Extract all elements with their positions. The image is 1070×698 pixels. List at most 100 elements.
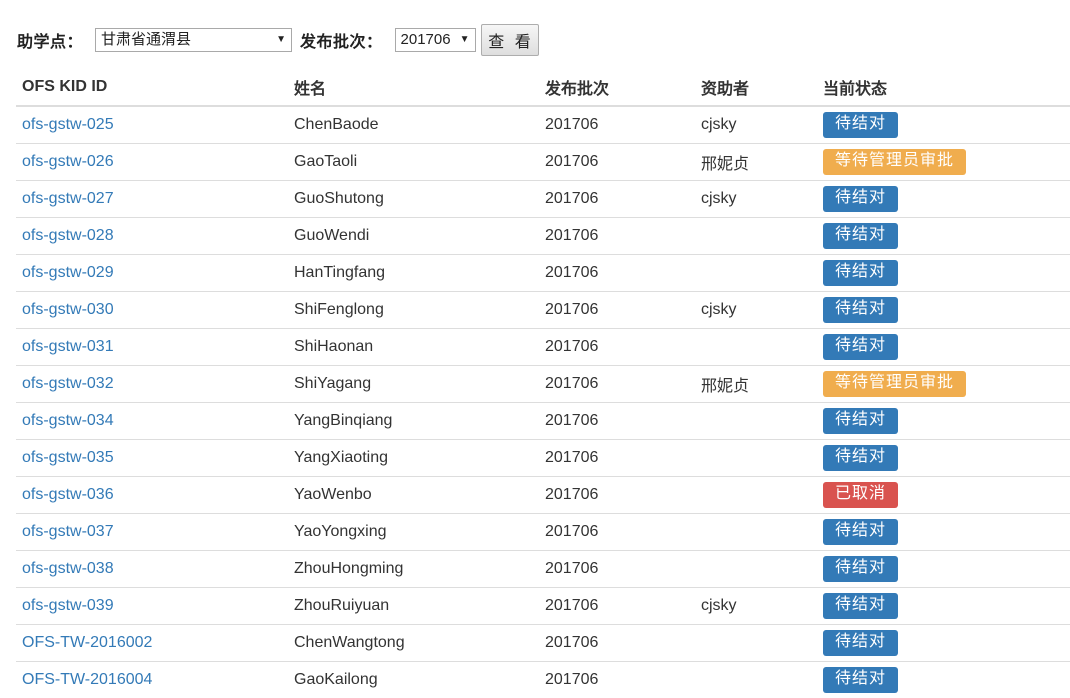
sponsor-cell: cjsky (695, 292, 817, 329)
kid-id-cell: ofs-gstw-029 (16, 255, 288, 292)
header-batch: 发布批次 (539, 68, 695, 106)
sponsor-cell: cjsky (695, 588, 817, 625)
status-badge: 待结对 (823, 630, 898, 656)
kid-id-link[interactable]: ofs-gstw-026 (22, 153, 114, 170)
batch-cell: 201706 (539, 329, 695, 366)
status-badge: 待结对 (823, 297, 898, 323)
kid-id-link[interactable]: ofs-gstw-027 (22, 190, 114, 207)
view-button[interactable]: 查 看 (481, 24, 539, 56)
table-row: ofs-gstw-035YangXiaoting201706待结对 (16, 440, 1070, 477)
kid-id-cell: ofs-gstw-031 (16, 329, 288, 366)
filter-bar: 助学点： 甘肃省通渭县 ▼ 发布批次： 201706 ▼ 查 看 (17, 24, 539, 56)
kid-id-link[interactable]: ofs-gstw-037 (22, 523, 114, 540)
status-cell: 待结对 (817, 181, 1070, 218)
batch-select[interactable]: 201706 ▼ (395, 28, 476, 52)
batch-cell: 201706 (539, 106, 695, 144)
sponsor-cell (695, 403, 817, 440)
name-cell: ChenBaode (288, 106, 539, 144)
kid-id-cell: ofs-gstw-038 (16, 551, 288, 588)
batch-cell: 201706 (539, 144, 695, 181)
kid-id-cell: ofs-gstw-026 (16, 144, 288, 181)
kid-id-link[interactable]: ofs-gstw-028 (22, 227, 114, 244)
sponsor-cell (695, 662, 817, 698)
site-select-value: 甘肃省通渭县 (101, 31, 191, 48)
batch-cell: 201706 (539, 181, 695, 218)
kid-id-link[interactable]: ofs-gstw-030 (22, 301, 114, 318)
site-select[interactable]: 甘肃省通渭县 ▼ (95, 28, 292, 52)
name-cell: ChenWangtong (288, 625, 539, 662)
batch-cell: 201706 (539, 255, 695, 292)
batch-cell: 201706 (539, 218, 695, 255)
kid-id-link[interactable]: ofs-gstw-032 (22, 375, 114, 392)
name-cell: GaoTaoli (288, 144, 539, 181)
status-badge: 等待管理员审批 (823, 149, 966, 175)
table-row: ofs-gstw-028GuoWendi201706待结对 (16, 218, 1070, 255)
status-cell: 待结对 (817, 403, 1070, 440)
kid-id-cell: ofs-gstw-030 (16, 292, 288, 329)
sponsor-cell: 邢妮贞 (695, 366, 817, 403)
kid-id-link[interactable]: ofs-gstw-034 (22, 412, 114, 429)
batch-cell: 201706 (539, 366, 695, 403)
kid-id-cell: ofs-gstw-027 (16, 181, 288, 218)
name-cell: YaoYongxing (288, 514, 539, 551)
table-row: OFS-TW-2016004 GaoKailong201706 待结对 (16, 662, 1070, 698)
status-badge: 已取消 (823, 482, 898, 508)
kid-id-link[interactable]: ofs-gstw-036 (22, 486, 114, 503)
kid-id-link[interactable]: OFS-TW-2016002 (22, 634, 152, 651)
header-sponsor: 资助者 (695, 68, 817, 106)
kid-id-link[interactable]: ofs-gstw-031 (22, 338, 114, 355)
kid-id-link[interactable]: ofs-gstw-039 (22, 597, 114, 614)
status-cell: 待结对 (817, 588, 1070, 625)
kid-id-link[interactable]: ofs-gstw-029 (22, 264, 114, 281)
kid-id-cell: ofs-gstw-035 (16, 440, 288, 477)
batch-cell: 201706 (539, 403, 695, 440)
batch-cell: 201706 (539, 662, 695, 698)
name-cell: GuoShutong (288, 181, 539, 218)
name-cell: YaoWenbo (288, 477, 539, 514)
table-row: ofs-gstw-038ZhouHongming201706待结对 (16, 551, 1070, 588)
table-row: ofs-gstw-026GaoTaoli201706邢妮贞等待管理员审批 (16, 144, 1070, 181)
kid-id-link[interactable]: ofs-gstw-035 (22, 449, 114, 466)
kid-id-link[interactable]: OFS-TW-2016004 (22, 671, 152, 688)
name-cell: GaoKailong (288, 662, 539, 698)
batch-cell: 201706 (539, 477, 695, 514)
status-cell: 待结对 (817, 292, 1070, 329)
kids-table: OFS KID ID 姓名 发布批次 资助者 当前状态 ofs-gstw-025… (16, 68, 1070, 698)
sponsor-cell (695, 551, 817, 588)
status-badge: 待结对 (823, 556, 898, 582)
sponsor-cell (695, 477, 817, 514)
name-cell: ShiYagang (288, 366, 539, 403)
status-badge: 等待管理员审批 (823, 371, 966, 397)
kid-id-cell: ofs-gstw-036 (16, 477, 288, 514)
status-cell: 待结对 (817, 218, 1070, 255)
status-badge: 待结对 (823, 667, 898, 693)
sponsor-cell (695, 329, 817, 366)
status-badge: 待结对 (823, 519, 898, 545)
table-header-row: OFS KID ID 姓名 发布批次 资助者 当前状态 (16, 68, 1070, 106)
sponsor-cell: cjsky (695, 106, 817, 144)
header-kid-id: OFS KID ID (16, 68, 288, 106)
status-cell: 待结对 (817, 106, 1070, 144)
batch-cell: 201706 (539, 625, 695, 662)
kid-id-cell: ofs-gstw-037 (16, 514, 288, 551)
table-row: ofs-gstw-025 ChenBaode201706cjsky待结对 (16, 106, 1070, 144)
kid-id-cell: OFS-TW-2016002 (16, 625, 288, 662)
status-badge: 待结对 (823, 223, 898, 249)
kid-id-link[interactable]: ofs-gstw-038 (22, 560, 114, 577)
name-cell: HanTingfang (288, 255, 539, 292)
kid-id-cell: ofs-gstw-034 (16, 403, 288, 440)
name-cell: ZhouHongming (288, 551, 539, 588)
status-cell: 待结对 (817, 255, 1070, 292)
status-badge: 待结对 (823, 593, 898, 619)
sponsor-cell: cjsky (695, 181, 817, 218)
batch-label: 发布批次： (300, 28, 383, 52)
batch-cell: 201706 (539, 292, 695, 329)
batch-cell: 201706 (539, 514, 695, 551)
kid-id-link[interactable]: ofs-gstw-025 (22, 116, 114, 133)
status-cell: 已取消 (817, 477, 1070, 514)
status-badge: 待结对 (823, 334, 898, 360)
status-cell: 待结对 (817, 514, 1070, 551)
table-row: ofs-gstw-034YangBinqiang201706待结对 (16, 403, 1070, 440)
header-name: 姓名 (288, 68, 539, 106)
status-badge: 待结对 (823, 260, 898, 286)
